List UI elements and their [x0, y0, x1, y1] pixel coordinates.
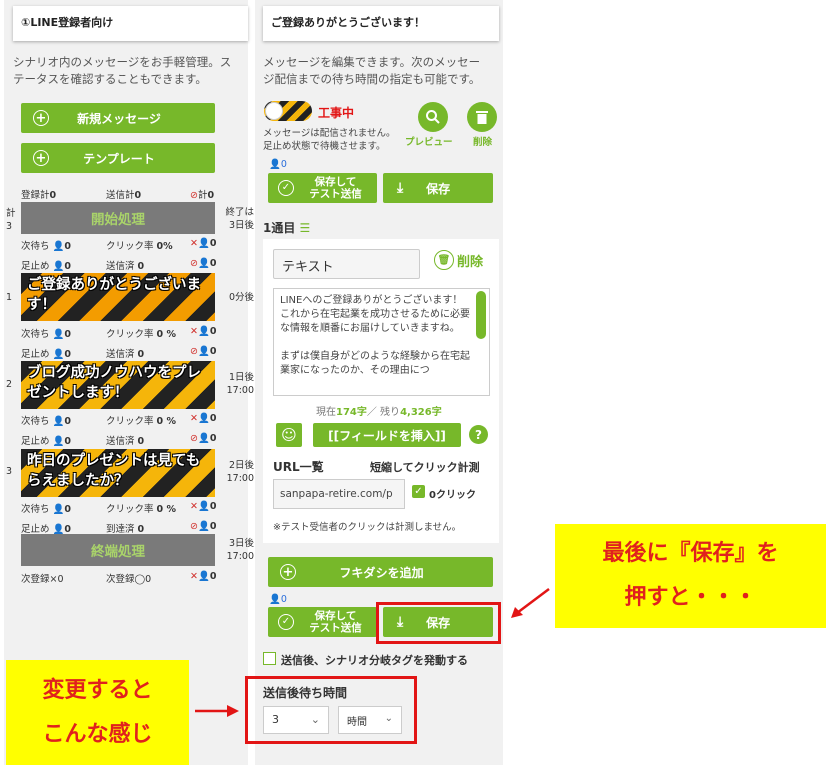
- new-message-button[interactable]: + 新規メッセージ: [21, 103, 215, 133]
- message-1[interactable]: ご登録ありがとうございます！: [21, 273, 215, 321]
- delete-bubble-button[interactable]: 🗑 削除: [434, 250, 483, 270]
- recipient-count-2: 👤0: [269, 594, 287, 605]
- right-card-title: ご登録ありがとうございます！: [263, 6, 499, 41]
- branch-tag-checkbox[interactable]: [263, 652, 276, 665]
- text-type-select[interactable]: テキスト: [273, 249, 420, 279]
- check-icon: ✓: [278, 180, 294, 196]
- toggle-knob: [265, 102, 283, 120]
- plus-icon: +: [33, 150, 49, 166]
- preview-label: プレビュー: [405, 137, 453, 148]
- insert-field-button[interactable]: [[フィールドを挿入]]: [313, 423, 461, 447]
- chevron-down-icon: ⌄: [310, 713, 320, 726]
- callout-save: 最後に『保存』を 押すと・・・: [555, 524, 826, 628]
- item-number: 1通目 ☰: [263, 221, 311, 235]
- side-total: 計3: [6, 208, 16, 232]
- delete-button[interactable]: [467, 102, 497, 132]
- shorten-label: 短縮してクリック計測: [370, 461, 480, 474]
- delete-label: 削除: [473, 137, 493, 148]
- add-bubble-button[interactable]: + フキダシを追加: [268, 557, 493, 587]
- wait-label: 送信後待ち時間: [263, 686, 348, 700]
- start-process[interactable]: 開始処理: [21, 202, 215, 234]
- chevron-down-icon: ⌄: [384, 713, 393, 724]
- preview-button[interactable]: [418, 102, 448, 132]
- magnifier-icon: [426, 110, 440, 124]
- click-measure-checkbox[interactable]: ✓: [412, 485, 425, 498]
- save-test-button[interactable]: ✓ 保存して テスト送信: [268, 173, 377, 203]
- wait-unit-select[interactable]: 時間 ⌄: [338, 706, 402, 734]
- block-icon: ⊘: [190, 190, 198, 201]
- arrow-to-wait: [195, 705, 239, 717]
- url-input[interactable]: sanpapa-retire.com/p: [273, 479, 405, 509]
- status-text: メッセージは配信されません。 足止め状態で待機させます。: [263, 128, 396, 152]
- message-3[interactable]: 昨日のプレゼントは見てもらえましたか？: [21, 449, 215, 497]
- block-total: ⊘計0: [190, 190, 215, 201]
- arrow-to-save: [511, 588, 550, 618]
- save-button-top[interactable]: ⤓ 保存: [383, 173, 493, 203]
- smile-icon: ☺: [281, 426, 297, 444]
- message-2[interactable]: ブログ成功ノウハウをプレゼントします！: [21, 361, 215, 409]
- char-counter: 現在174字／ 残り4,326字: [316, 407, 442, 418]
- check-icon: ✓: [278, 614, 294, 630]
- plus-icon: +: [280, 564, 296, 580]
- right-desc: メッセージを編集できます。次のメッセー ジ配信までの待ち時間の指定も可能です。: [263, 55, 481, 86]
- construction-label: 工事中: [318, 106, 355, 120]
- trash-icon: 🗑: [434, 250, 454, 270]
- url-list-label: URL一覧: [273, 460, 324, 474]
- emoji-button[interactable]: ☺: [276, 423, 302, 447]
- drag-handle-icon: ☰: [299, 221, 311, 235]
- wait-number-select[interactable]: 3 ⌄: [263, 706, 329, 734]
- plus-icon: +: [33, 110, 49, 126]
- save-test-button-2[interactable]: ✓ 保存して テスト送信: [268, 607, 377, 637]
- left-card-title: ①LINE登録者向け: [13, 6, 248, 41]
- save-highlight: [376, 602, 501, 644]
- end-process[interactable]: 終端処理: [21, 534, 215, 566]
- callout-change: 変更すると こんな感じ: [6, 660, 189, 765]
- recipient-count: 👤0: [269, 159, 287, 170]
- reg-total: 登録計0: [21, 190, 57, 201]
- help-icon[interactable]: ?: [469, 425, 488, 444]
- left-desc: シナリオ内のメッセージをお手軽管理。ス テータスを確認することもできます。: [13, 55, 232, 86]
- click-count: 0クリック: [429, 490, 476, 501]
- trash-icon: [476, 111, 488, 124]
- end-info: 終了は 3日後: [225, 207, 254, 231]
- test-note: ※テスト受信者のクリックは計測しません。: [273, 522, 462, 533]
- template-button[interactable]: + テンプレート: [21, 143, 215, 173]
- branch-tag-label: 送信後、シナリオ分岐タグを発動する: [281, 654, 468, 667]
- sent-total: 送信計0: [106, 190, 142, 201]
- construction-toggle[interactable]: [264, 101, 312, 121]
- message-textarea[interactable]: LINEへのご登録ありがとうございます！ これから在宅起業を成功させるために必要…: [273, 288, 490, 396]
- textarea-scrollbar[interactable]: [476, 291, 486, 339]
